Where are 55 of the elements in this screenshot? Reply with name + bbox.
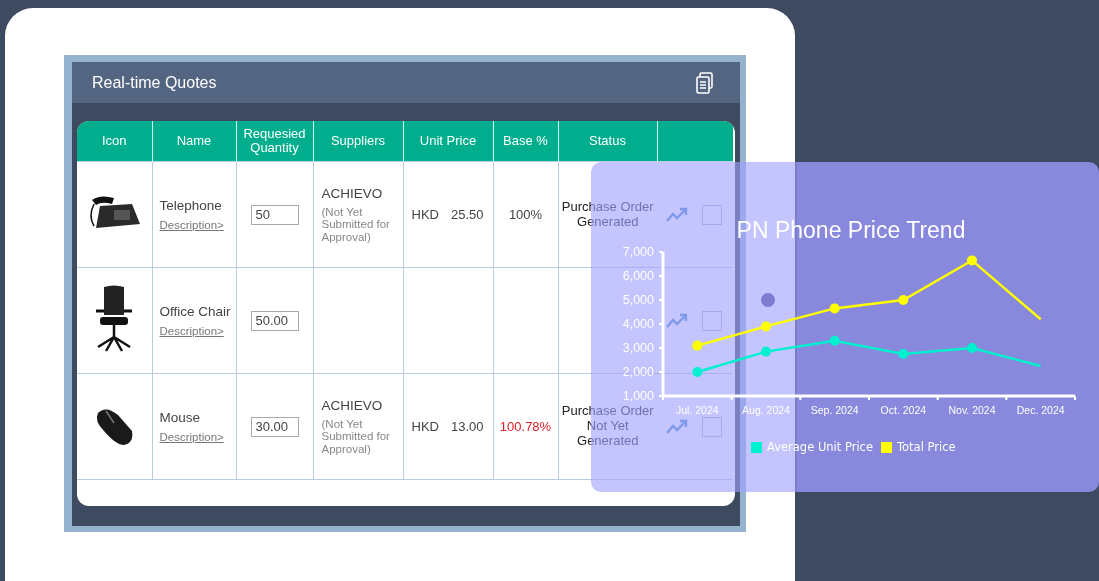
column-header: Name	[152, 121, 236, 162]
y-tick-label: 7,000	[622, 245, 654, 259]
column-header: Requesied Quantity	[236, 121, 313, 162]
supplier-note: (Not Yet Submitted for Approval)	[321, 205, 391, 244]
y-tick-label: 4,000	[622, 317, 654, 331]
documents-icon[interactable]	[696, 71, 714, 94]
status-text: Purchase Order Generated	[560, 199, 655, 230]
product-name: Telephone	[159, 197, 223, 213]
x-tick-label: Oct. 2024	[880, 404, 927, 416]
data-point	[761, 321, 771, 332]
panel-title: Real-time Quotes	[92, 73, 217, 92]
y-tick-label: 2,000	[622, 365, 654, 379]
supplier-name: ACHIEVO	[321, 185, 384, 201]
base-percent: 100.78%	[499, 419, 552, 434]
quantity-field[interactable]: 50.00	[250, 310, 299, 331]
data-point	[898, 349, 909, 359]
dot-marker	[761, 293, 775, 307]
quantity-field[interactable]: 50	[250, 204, 299, 225]
y-tick-label: 3,000	[622, 341, 654, 355]
product-name: Office Chair	[159, 303, 232, 319]
data-point	[967, 343, 977, 353]
column-header: Icon	[77, 121, 152, 162]
legend-label: Total Price	[897, 440, 956, 454]
y-tick-label: 6,000	[622, 269, 654, 283]
column-header: Status	[558, 121, 657, 162]
description-link[interactable]: Description>	[159, 430, 224, 443]
data-point	[967, 255, 977, 266]
description-link[interactable]: Description>	[159, 218, 224, 231]
x-tick-label: Jul. 2024	[676, 404, 719, 416]
y-tick-label: 5,000	[622, 293, 654, 307]
data-point	[692, 340, 703, 351]
product-name: Mouse	[159, 409, 202, 425]
currency: HKD	[411, 419, 439, 434]
column-header: Base %	[493, 121, 558, 162]
x-tick-label: Aug. 2024	[742, 404, 790, 416]
data-point	[829, 303, 840, 314]
data-point	[829, 335, 840, 346]
x-tick-label: Nov. 2024	[948, 404, 996, 416]
column-header: Unit Price	[403, 121, 493, 162]
supplier-note: (Not Yet Submitted for Approval)	[321, 417, 391, 456]
x-tick-label: Sep. 2024	[810, 404, 859, 416]
unit-price: 25.50	[450, 207, 484, 222]
status-text: Purchase Order Not Yet Generated	[560, 404, 655, 449]
currency: HKD	[411, 207, 439, 222]
y-tick-label: 1,000	[622, 389, 654, 403]
x-tick-label: Dec. 2024	[1016, 404, 1065, 416]
description-link[interactable]: Description>	[159, 324, 224, 337]
base-percent: 100%	[508, 207, 543, 222]
data-point	[761, 346, 771, 357]
data-point	[898, 295, 909, 305]
supplier-name: ACHIEVO	[321, 397, 384, 413]
quantity-field[interactable]: 30.00	[250, 416, 299, 437]
data-point	[692, 367, 703, 377]
column-header: Suppliers	[313, 121, 403, 162]
unit-price: 13.00	[450, 419, 484, 434]
